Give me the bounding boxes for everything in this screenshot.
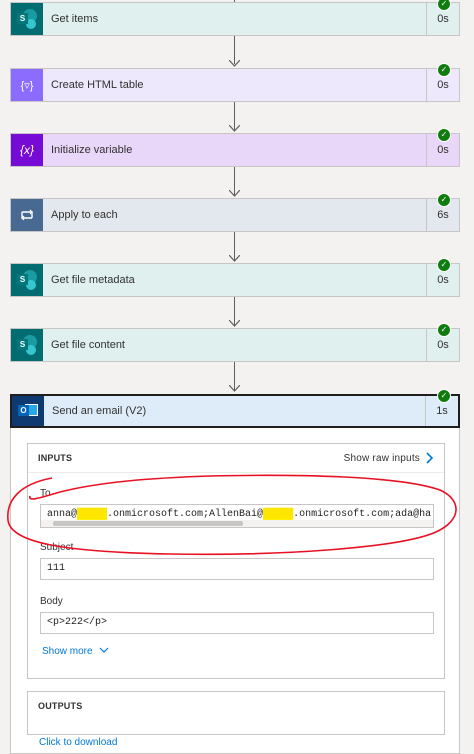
step-get-file-metadata[interactable]: S Get file metadata 0s ✓ <box>10 258 460 297</box>
step-title: Send an email (V2) <box>52 405 147 417</box>
success-check-icon: ✓ <box>437 258 451 272</box>
arrow-down-icon <box>229 60 240 67</box>
success-check-icon: ✓ <box>437 63 451 77</box>
sharepoint-icon: S <box>11 329 43 361</box>
success-check-icon: ✓ <box>437 323 451 337</box>
step-title: Get file content <box>51 339 125 351</box>
step-title: Apply to each <box>51 209 118 221</box>
arrow-down-icon <box>229 255 240 262</box>
outputs-panel: OUTPUTS <box>27 691 445 735</box>
step-title: Create HTML table <box>51 79 144 91</box>
success-check-icon: ✓ <box>437 193 451 207</box>
step-apply-to-each[interactable]: Apply to each 6s ✓ <box>10 193 460 232</box>
sharepoint-icon: S <box>11 264 43 296</box>
step-get-items[interactable]: S Get items 0s ✓ <box>10 0 460 36</box>
body-field[interactable]: <p>222</p> <box>40 612 434 634</box>
step-create-html-table[interactable]: {▿} Create HTML table 0s ✓ <box>10 63 460 102</box>
outputs-header: OUTPUTS <box>38 701 83 711</box>
show-more-link[interactable]: Show more <box>42 646 109 657</box>
red-annotation-circle <box>7 474 457 556</box>
step-title: Initialize variable <box>51 144 133 156</box>
step-initialize-variable[interactable]: {x} Initialize variable 0s ✓ <box>10 128 460 167</box>
arrow-down-icon <box>229 385 240 392</box>
step-get-file-content[interactable]: S Get file content 0s ✓ <box>10 323 460 362</box>
chevron-down-icon <box>99 647 109 653</box>
chevron-right-icon <box>426 452 434 464</box>
data-operation-icon: {▿} <box>11 69 43 101</box>
body-label: Body <box>40 596 63 607</box>
variable-icon: {x} <box>11 134 43 166</box>
click-to-download-link[interactable]: Click to download <box>39 737 117 748</box>
outlook-icon: O <box>12 396 44 426</box>
show-raw-inputs-link[interactable]: Show raw inputs <box>344 452 434 464</box>
sharepoint-icon: S <box>11 3 43 35</box>
step-send-email-header[interactable]: O Send an email (V2) 1s <box>10 394 460 428</box>
arrow-down-icon <box>229 320 240 327</box>
inputs-header: INPUTS <box>38 453 73 463</box>
arrow-down-icon <box>229 125 240 132</box>
success-check-icon: ✓ <box>437 128 451 142</box>
loop-icon <box>11 199 43 231</box>
step-title: Get items <box>51 13 99 25</box>
step-title: Get file metadata <box>51 274 135 286</box>
arrow-down-icon <box>229 190 240 197</box>
success-check-icon: ✓ <box>437 389 451 403</box>
